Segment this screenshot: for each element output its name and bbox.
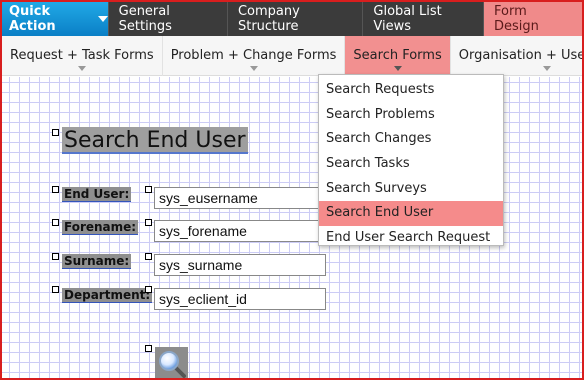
form-title[interactable]: Search End User <box>62 127 248 154</box>
end-user-label[interactable]: End User: <box>62 187 132 202</box>
caret-down-icon <box>542 66 551 71</box>
tab-label: Organisation + User Forms <box>458 48 582 63</box>
magnifier-icon <box>158 350 186 378</box>
forename-field[interactable]: sys_forename <box>154 220 326 242</box>
tab-label: Request + Task Forms <box>10 48 154 63</box>
resize-handle[interactable] <box>52 253 59 260</box>
surname-label[interactable]: Surname: <box>62 254 132 269</box>
tab-label: Problem + Change Forms <box>170 48 337 63</box>
nav-company-structure[interactable]: Company Structure <box>226 2 362 36</box>
resize-handle[interactable] <box>52 186 59 193</box>
search-forms-dropdown: Search Requests Search Problems Search C… <box>318 74 504 246</box>
surname-field[interactable]: sys_surname <box>154 254 326 276</box>
department-label[interactable]: Department: <box>62 288 153 303</box>
nav-global-list-views[interactable]: Global List Views <box>362 2 483 36</box>
top-navigation: Quick Action General Settings Company St… <box>2 2 582 36</box>
resize-handle[interactable] <box>145 345 152 352</box>
sub-navigation: Request + Task Forms Problem + Change Fo… <box>2 36 582 76</box>
tab-search-forms[interactable]: Search Forms <box>345 36 451 76</box>
caret-down-icon <box>393 66 402 71</box>
nav-form-design[interactable]: Form Design <box>483 2 582 36</box>
tab-request-task-forms[interactable]: Request + Task Forms <box>2 36 163 76</box>
menu-item-search-end-user[interactable]: Search End User <box>319 201 503 227</box>
caret-down-icon <box>249 66 258 71</box>
tab-problem-change-forms[interactable]: Problem + Change Forms <box>163 36 346 76</box>
resize-handle[interactable] <box>52 286 59 293</box>
chevron-down-icon <box>97 16 108 22</box>
search-button[interactable] <box>155 347 188 378</box>
menu-item-search-surveys[interactable]: Search Surveys <box>319 177 503 202</box>
resize-handle[interactable] <box>52 219 59 226</box>
menu-item-search-problems[interactable]: Search Problems <box>319 103 503 128</box>
resize-handle[interactable] <box>145 286 152 293</box>
resize-handle[interactable] <box>145 253 152 260</box>
resize-handle[interactable] <box>52 129 59 136</box>
tab-organisation-user-forms[interactable]: Organisation + User Forms <box>451 36 582 76</box>
menu-item-search-changes[interactable]: Search Changes <box>319 127 503 152</box>
menu-item-end-user-search-request[interactable]: End User Search Request <box>319 226 503 251</box>
menu-item-search-requests[interactable]: Search Requests <box>319 78 503 103</box>
forename-label[interactable]: Forename: <box>62 220 139 235</box>
resize-handle[interactable] <box>145 219 152 226</box>
tab-label: Search Forms <box>353 48 442 63</box>
department-field[interactable]: sys_eclient_id <box>154 288 326 310</box>
caret-down-icon <box>77 66 86 71</box>
nav-general-settings[interactable]: General Settings <box>107 2 227 36</box>
resize-handle[interactable] <box>145 186 152 193</box>
end-user-field[interactable]: sys_eusername <box>154 187 326 209</box>
quick-action-button[interactable]: Quick Action <box>2 2 108 36</box>
quick-action-label: Quick Action <box>9 4 56 34</box>
designer-window: Quick Action General Settings Company St… <box>0 0 584 380</box>
menu-item-search-tasks[interactable]: Search Tasks <box>319 152 503 177</box>
